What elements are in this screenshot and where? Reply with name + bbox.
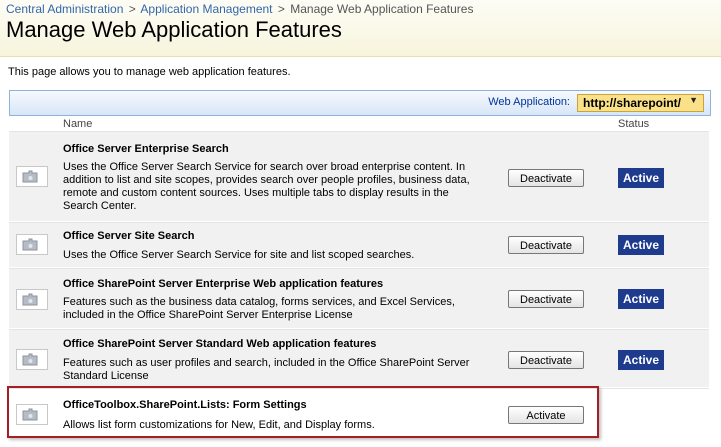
feature-description: Uses the Office Server Search Service fo… — [63, 249, 415, 261]
page-description: This page allows you to manage web appli… — [8, 66, 291, 78]
breadcrumb-current-page: Manage Web Application Features — [290, 2, 474, 16]
web-application-value: http://sharepoint/ — [583, 96, 681, 110]
feature-name: Office SharePoint Server Standard Web ap… — [63, 338, 377, 350]
feature-name: Office SharePoint Server Enterprise Web … — [63, 278, 384, 290]
deactivate-button[interactable]: Deactivate — [508, 290, 584, 308]
web-application-label: Web Application: — [488, 96, 570, 108]
status-badge: Active — [618, 350, 664, 370]
feature-description: Features such as the business data catal… — [63, 296, 455, 321]
column-header-name: Name — [63, 118, 93, 130]
feature-name: Office Server Site Search — [63, 230, 195, 242]
puzzle-feature-icon — [16, 349, 48, 370]
breadcrumb-separator: > — [128, 2, 136, 16]
deactivate-button[interactable]: Deactivate — [508, 351, 584, 369]
breadcrumb-application-management[interactable]: Application Management — [140, 2, 272, 16]
puzzle-feature-icon — [16, 166, 48, 187]
feature-row: Office SharePoint Server Standard Web ap… — [9, 329, 709, 387]
status-badge: Active — [618, 289, 664, 309]
feature-row: Office Server Site Search Uses the Offic… — [9, 222, 709, 267]
puzzle-feature-icon — [16, 289, 48, 310]
status-badge: Active — [618, 168, 664, 188]
feature-name: Office Server Enterprise Search — [63, 143, 229, 155]
page-title: Manage Web Application Features — [6, 17, 342, 42]
deactivate-button[interactable]: Deactivate — [508, 236, 584, 254]
breadcrumb-separator: > — [277, 2, 285, 16]
title-area: Central Administration > Application Man… — [0, 0, 721, 57]
breadcrumb: Central Administration > Application Man… — [6, 2, 473, 16]
web-application-selector[interactable]: http://sharepoint/ ▼ — [577, 94, 704, 112]
deactivate-button[interactable]: Deactivate — [508, 169, 584, 187]
title-divider — [0, 56, 721, 57]
web-application-toolbar: Web Application: http://sharepoint/ ▼ — [9, 90, 711, 116]
feature-row: Office SharePoint Server Enterprise Web … — [9, 268, 709, 328]
puzzle-feature-icon — [16, 234, 48, 255]
feature-description: Features such as user profiles and searc… — [63, 357, 470, 382]
status-badge: Active — [618, 235, 664, 255]
highlight-box — [7, 386, 599, 438]
chevron-down-icon[interactable]: ▼ — [689, 95, 698, 105]
column-header-status: Status — [618, 118, 650, 130]
feature-row: Office Server Enterprise Search Uses the… — [9, 131, 709, 221]
breadcrumb-central-administration[interactable]: Central Administration — [6, 2, 123, 16]
feature-description: Uses the Office Server Search Service fo… — [63, 161, 470, 212]
